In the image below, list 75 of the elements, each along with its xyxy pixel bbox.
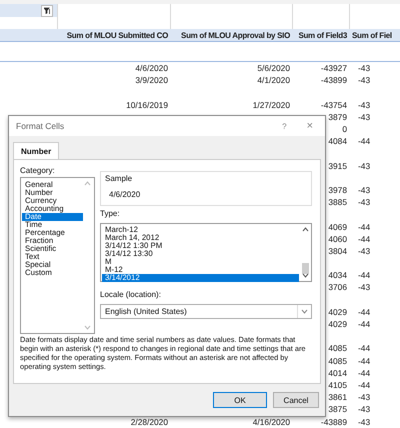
scroll-down-icon[interactable] <box>302 273 309 278</box>
table-cell: 1/27/2020 <box>252 100 290 110</box>
table-cell: -44 <box>358 136 370 146</box>
table-cell: -43 <box>358 63 370 74</box>
table-cell: -43 <box>358 197 370 208</box>
table-cell: -43 <box>358 282 370 292</box>
filter-icon <box>44 7 50 14</box>
column-header: Sum of Field3 <box>298 30 347 40</box>
table-cell: -43899 <box>320 75 347 86</box>
table-cell: -43 <box>358 392 370 402</box>
table-cell: -43889 <box>320 416 347 427</box>
locale-dropdown[interactable]: English (United States) <box>100 304 312 319</box>
locale-label: Locale (location): <box>100 290 162 299</box>
table-cell: 3875 <box>328 404 347 414</box>
dialog-button[interactable]: OK <box>213 392 267 408</box>
table-cell: -44 <box>358 222 370 232</box>
table-cell: 4060 <box>328 234 347 244</box>
table-cell: -43 <box>358 160 370 171</box>
column-header: Sum of Fiel <box>352 30 392 40</box>
table-cell: -43 <box>358 416 370 427</box>
table-cell: 3706 <box>328 282 347 292</box>
table-cell: -44 <box>358 306 370 317</box>
table-cell: 4/16/2020 <box>252 416 290 427</box>
table-cell: -43 <box>358 246 370 256</box>
column-header: Sum of MLOU Approval by SIO <box>181 30 290 40</box>
type-label: Type: <box>100 209 121 218</box>
table-cell: 4034 <box>328 270 347 280</box>
table-cell: -43 <box>358 184 370 195</box>
table-cell: 3/9/2020 <box>135 75 168 86</box>
table-cell: 4/6/2020 <box>135 63 168 74</box>
table-cell: 5/6/2020 <box>257 63 290 74</box>
table-cell: -44 <box>358 319 370 330</box>
close-button[interactable]: × <box>302 120 317 132</box>
sample-value: 4/6/2020 <box>108 189 142 201</box>
table-cell: 4029 <box>328 306 347 317</box>
table-cell: -44 <box>358 270 370 280</box>
table-cell: -44 <box>358 368 370 378</box>
table-cell: 4085 <box>328 343 347 354</box>
table-cell: 3885 <box>328 197 347 208</box>
table-cell: 4084 <box>328 136 347 146</box>
table-cell: 4/1/2020 <box>257 75 290 86</box>
table-cell: 3915 <box>328 160 347 171</box>
scrollbar-thumb[interactable] <box>302 263 309 274</box>
table-cell: 3861 <box>328 392 347 402</box>
table-cell: 3804 <box>328 246 347 256</box>
table-cell: -44 <box>358 356 370 366</box>
table-cell: -43927 <box>320 63 347 74</box>
dropdown-caret-icon[interactable] <box>301 309 308 314</box>
filter-button[interactable] <box>41 4 53 16</box>
category-label: Category: <box>20 166 56 175</box>
table-cell: 0 <box>342 124 347 134</box>
table-cell: -43 <box>358 404 370 414</box>
table-cell: -43754 <box>320 100 347 110</box>
table-cell: 2/28/2020 <box>130 416 168 427</box>
table-cell: 4014 <box>328 368 347 378</box>
tab[interactable]: Number <box>13 142 60 160</box>
table-cell: 4105 <box>328 380 347 390</box>
help-button[interactable]: ? <box>278 122 291 130</box>
table-cell: 4085 <box>328 356 347 366</box>
table-cell: 4069 <box>328 222 347 232</box>
table-cell: 4029 <box>328 319 347 330</box>
table-cell: -44 <box>358 380 370 390</box>
table-cell: 3879 <box>328 112 347 122</box>
column-header: Sum of MLOU Submitted CO <box>66 30 168 40</box>
table-cell: 10/16/2019 <box>126 100 168 110</box>
table-cell: -44 <box>358 234 370 244</box>
dialog-button[interactable]: Cancel <box>273 392 319 408</box>
table-cell: -44 <box>358 343 370 354</box>
table-cell: 3978 <box>328 184 347 195</box>
dialog-title: Format Cells <box>16 121 66 131</box>
table-cell: -43 <box>358 112 370 122</box>
sample-label: Sample <box>105 174 134 183</box>
table-cell: -43 <box>358 100 370 110</box>
table-cell: -43 <box>358 75 370 86</box>
scroll-up-icon[interactable] <box>302 227 309 232</box>
